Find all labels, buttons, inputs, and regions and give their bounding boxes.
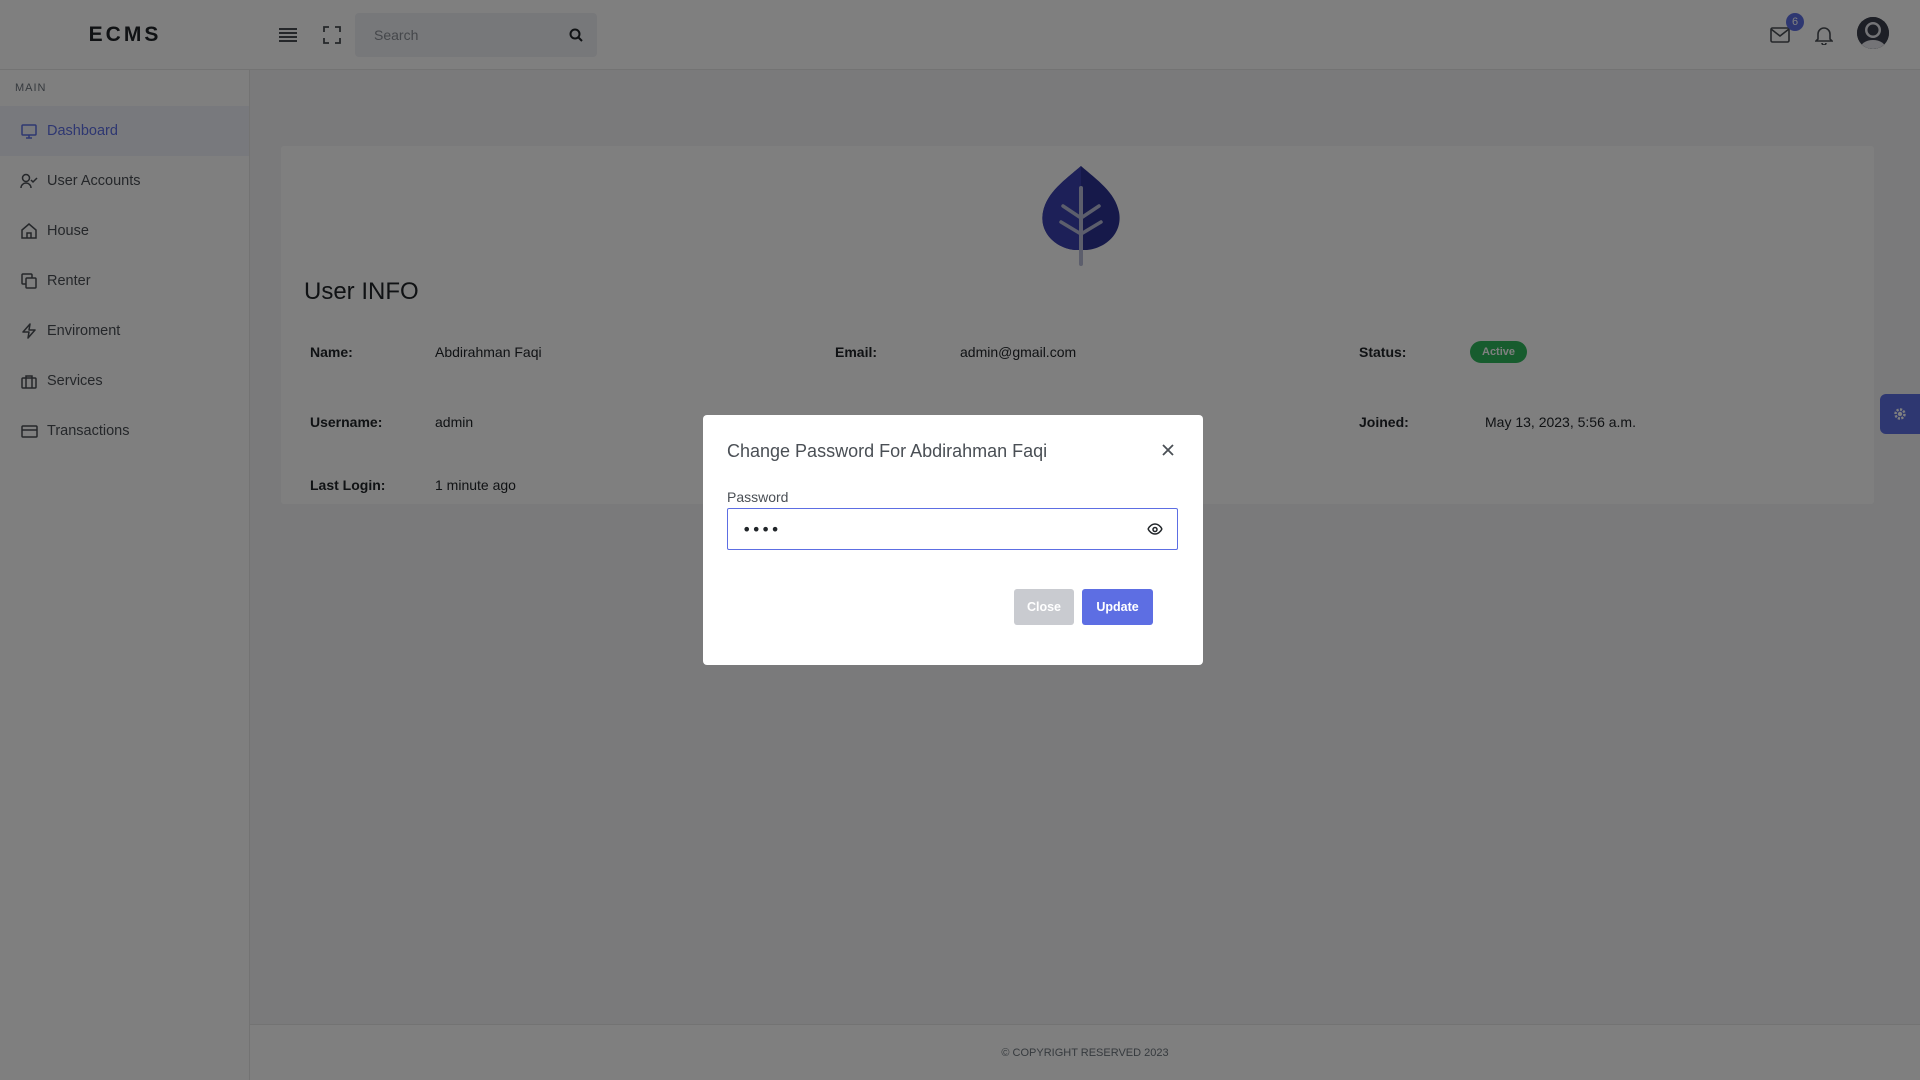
password-label: Password: [727, 489, 789, 505]
change-password-modal: Change Password For Abdirahman Faqi Pass…: [703, 415, 1203, 665]
eye-icon[interactable]: [1133, 509, 1177, 549]
modal-title: Change Password For Abdirahman Faqi: [727, 441, 1048, 461]
close-button[interactable]: Close: [1014, 589, 1074, 625]
close-icon[interactable]: [1159, 441, 1177, 459]
password-input[interactable]: [728, 509, 1133, 549]
password-field-wrapper: [727, 508, 1178, 550]
update-button[interactable]: Update: [1082, 589, 1153, 625]
